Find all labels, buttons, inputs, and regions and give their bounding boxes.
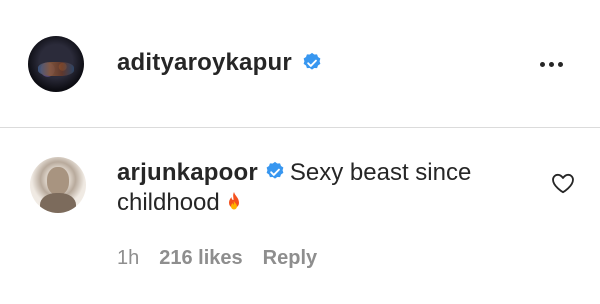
verified-badge-icon [303, 52, 321, 70]
post-header: adityaroykapur [0, 0, 600, 128]
comment-meta: 1h 216 likes Reply [117, 245, 317, 271]
heart-outline-icon[interactable] [551, 172, 575, 194]
more-options-icon[interactable] [538, 62, 566, 68]
comment-body: arjunkapoor Sexy beast since childhood [117, 158, 537, 218]
comment-timestamp[interactable]: 1h [117, 247, 139, 269]
reply-button[interactable]: Reply [263, 247, 317, 269]
comment-likes-count[interactable]: 216 likes [159, 247, 242, 269]
commenter-avatar[interactable] [30, 157, 86, 213]
verified-badge-icon [266, 161, 284, 179]
author-username[interactable]: adityaroykapur [117, 48, 292, 78]
author-avatar[interactable] [28, 36, 84, 92]
fire-emoji-icon [228, 192, 239, 210]
commenter-username[interactable]: arjunkapoor [117, 159, 258, 186]
